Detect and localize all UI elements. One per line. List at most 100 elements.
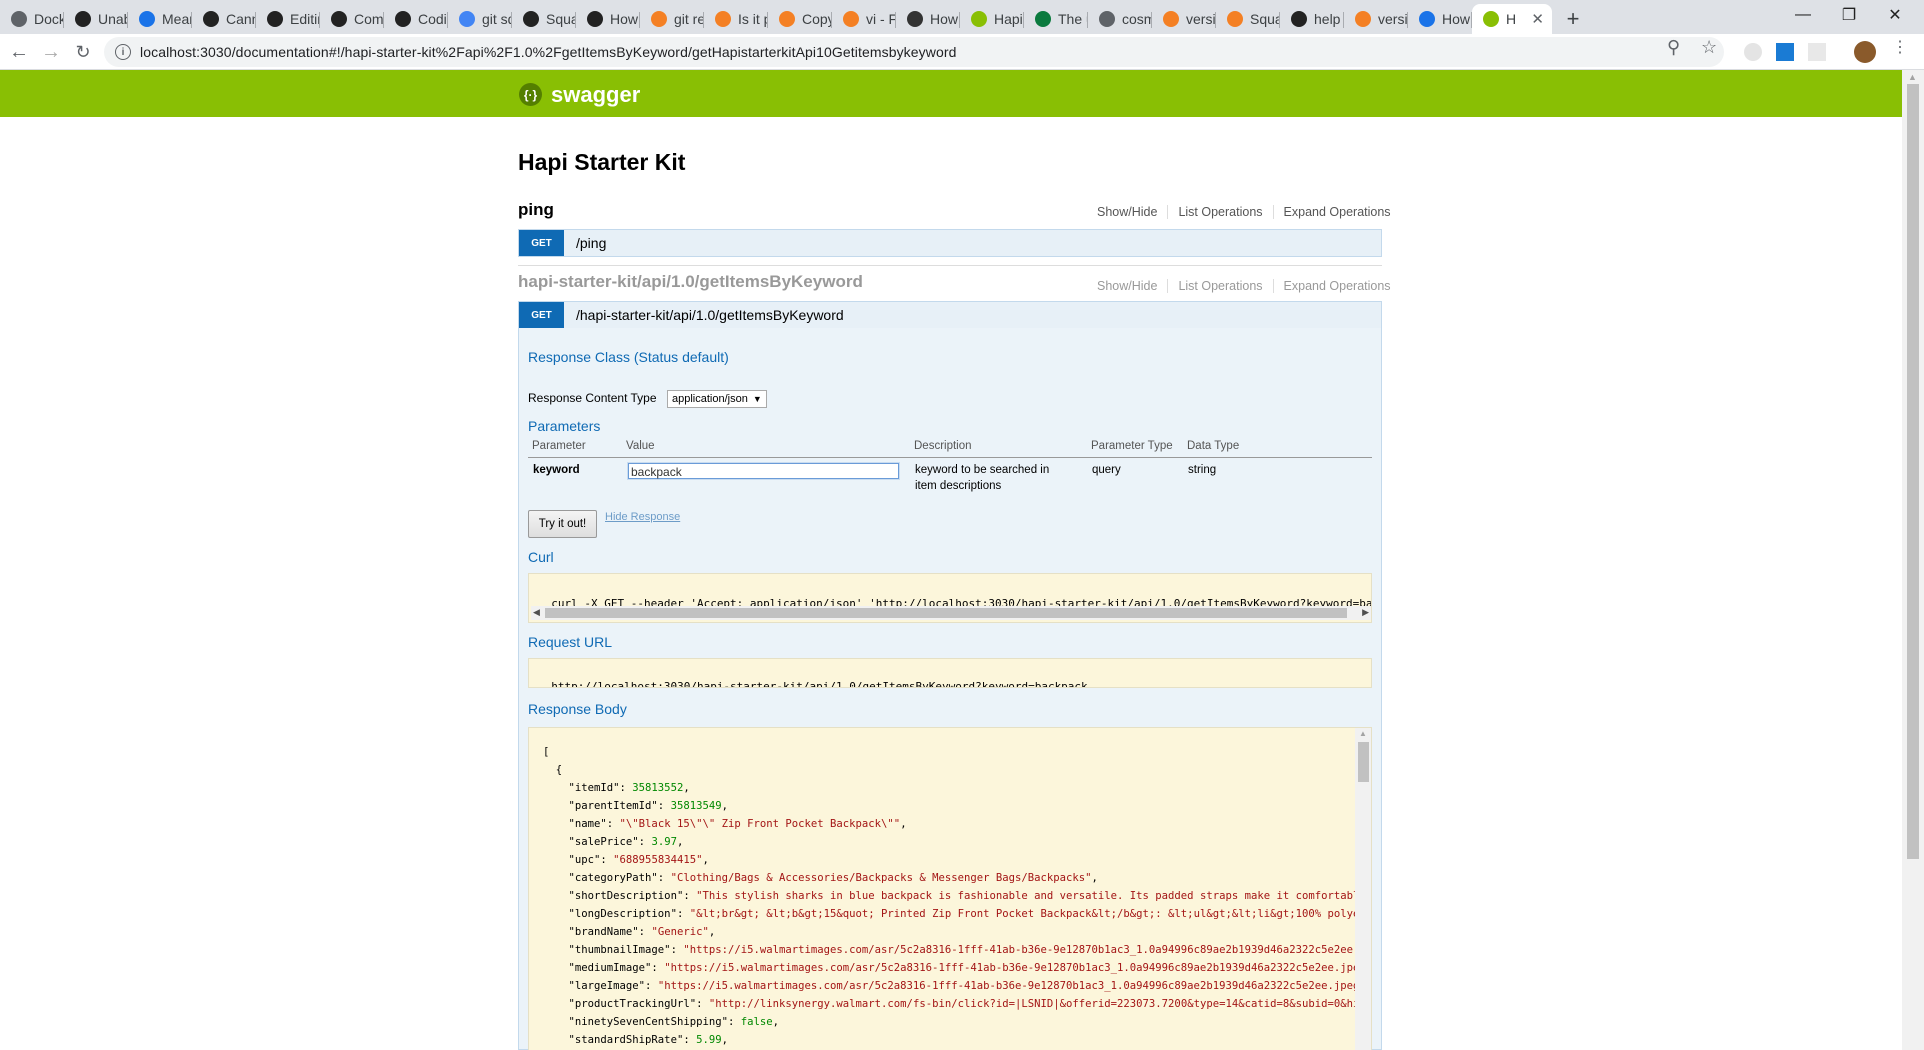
- response-class-heading: Response Class (Status default): [528, 349, 729, 365]
- swagger-brand[interactable]: swagger: [551, 82, 640, 108]
- get-method-badge[interactable]: GET: [519, 302, 564, 328]
- stackoverflow-icon: [779, 11, 795, 27]
- content-type-select[interactable]: application/json ▼: [667, 390, 767, 408]
- operation-path[interactable]: /ping: [576, 235, 606, 251]
- minimize-icon[interactable]: —: [1780, 0, 1826, 30]
- profile-avatar[interactable]: [1854, 41, 1876, 63]
- browser-tab[interactable]: Copy: [768, 4, 832, 34]
- operation-bar-getitems[interactable]: GET /hapi-starter-kit/api/1.0/getItemsBy…: [518, 301, 1382, 329]
- google-icon: [459, 11, 475, 27]
- divider: [518, 265, 1382, 266]
- stackoverflow-icon: [651, 11, 667, 27]
- get-method-badge[interactable]: GET: [519, 230, 564, 256]
- browser-tab[interactable]: How: [576, 4, 640, 34]
- hide-response-link[interactable]: Hide Response: [605, 511, 680, 523]
- back-icon[interactable]: ←: [5, 38, 33, 66]
- json-line: "parentItemId": 35813549,: [568, 800, 728, 812]
- param-description-line2: item descriptions: [915, 480, 1002, 492]
- extension-icon[interactable]: [1776, 43, 1794, 61]
- browser-tab-strip: Dock Unab Mean Cann Editin Comr Codig git sq Squ…: [0, 0, 1924, 34]
- request-url-heading: Request URL: [528, 634, 613, 650]
- browser-tab[interactable]: git sq: [448, 4, 512, 34]
- resource-heading-getitems[interactable]: hapi-starter-kit/api/1.0/getItemsByKeywo…: [518, 272, 863, 292]
- browser-tab[interactable]: Dock: [0, 4, 64, 34]
- curl-heading: Curl: [528, 549, 554, 565]
- col-description: Description: [914, 440, 972, 452]
- list-operations-link[interactable]: List Operations: [1168, 205, 1274, 219]
- tab-label: Squa: [1250, 11, 1280, 27]
- expand-operations-link[interactable]: Expand Operations: [1274, 279, 1391, 293]
- browser-tab[interactable]: Mean: [128, 4, 192, 34]
- github-icon: [523, 11, 539, 27]
- github-icon: [75, 11, 91, 27]
- json-line: [: [543, 746, 550, 758]
- tab-close-icon[interactable]: ✕: [1531, 10, 1544, 28]
- content-type-label: Response Content Type: [528, 391, 657, 405]
- browser-tab[interactable]: How: [1408, 4, 1472, 34]
- stackoverflow-icon: [1355, 11, 1371, 27]
- json-line: "mediumImage": "https://i5.walmartimages…: [568, 962, 1372, 974]
- extension-icon[interactable]: [1808, 43, 1826, 61]
- resource-heading-ping[interactable]: ping: [518, 200, 554, 220]
- operation-bar-ping[interactable]: GET /ping: [518, 229, 1382, 257]
- browser-tab[interactable]: Squa: [1216, 4, 1280, 34]
- docker-icon: [1099, 11, 1115, 27]
- page-scrollbar[interactable]: ▲: [1902, 70, 1924, 1050]
- address-bar[interactable]: i localhost:3030/documentation#!/hapi-st…: [104, 37, 1724, 67]
- reload-icon[interactable]: ↻: [69, 38, 97, 66]
- json-line: "longDescription": "&lt;br&gt; &lt;b&gt;…: [568, 908, 1372, 920]
- stackoverflow-icon: [1163, 11, 1179, 27]
- url-text[interactable]: localhost:3030/documentation#!/hapi-star…: [140, 44, 957, 60]
- browser-tab[interactable]: Squa: [512, 4, 576, 34]
- new-tab-button[interactable]: +: [1558, 4, 1588, 34]
- forward-icon[interactable]: →: [37, 38, 65, 66]
- restore-icon[interactable]: ❐: [1826, 0, 1872, 30]
- json-line: "shortDescription": "This stylish sharks…: [568, 890, 1372, 902]
- browser-tab[interactable]: versic: [1344, 4, 1408, 34]
- browser-tab[interactable]: git re: [640, 4, 704, 34]
- browser-tab[interactable]: vi - Fi: [832, 4, 896, 34]
- json-line: "ninetySevenCentShipping": false,: [568, 1016, 780, 1028]
- response-scrollbar[interactable]: ▲: [1355, 728, 1371, 1050]
- browser-tab[interactable]: Editin: [256, 4, 320, 34]
- browser-tab[interactable]: The u: [1024, 4, 1088, 34]
- operation-path[interactable]: /hapi-starter-kit/api/1.0/getItemsByKeyw…: [576, 307, 844, 323]
- tab-label: Hapi: [994, 11, 1023, 27]
- try-it-out-button[interactable]: Try it out!: [528, 510, 597, 538]
- tab-label: How: [1442, 11, 1471, 27]
- curl-scrollbar[interactable]: ◀ ▶: [531, 606, 1371, 620]
- json-line: "productTrackingUrl": "http://linksynerg…: [568, 998, 1372, 1010]
- browser-tab[interactable]: Hapi: [960, 4, 1024, 34]
- extension-icon[interactable]: [1744, 43, 1762, 61]
- expand-operations-link[interactable]: Expand Operations: [1274, 205, 1391, 219]
- browser-tab[interactable]: versic: [1152, 4, 1216, 34]
- browser-tab[interactable]: Comr: [320, 4, 384, 34]
- browser-tab[interactable]: help: [1280, 4, 1344, 34]
- browser-tab[interactable]: cosm: [1088, 4, 1152, 34]
- docker-icon: [11, 11, 27, 27]
- browser-tab[interactable]: Cann: [192, 4, 256, 34]
- tab-label: vi - Fi: [866, 11, 896, 27]
- tab-label: versic: [1378, 11, 1408, 27]
- menu-icon[interactable]: ⋮: [1892, 37, 1908, 57]
- bookmark-star-icon[interactable]: ☆: [1701, 37, 1717, 58]
- tab-label: git re: [674, 11, 704, 27]
- show-hide-link[interactable]: Show/Hide: [1087, 279, 1169, 293]
- browser-tab[interactable]: Codig: [384, 4, 448, 34]
- site-info-icon[interactable]: i: [115, 44, 131, 60]
- green-doc-icon: [1035, 11, 1051, 27]
- keyword-input[interactable]: backpack: [627, 462, 900, 480]
- browser-tab[interactable]: How: [896, 4, 960, 34]
- swagger-icon: [971, 11, 987, 27]
- stackoverflow-icon: [1227, 11, 1243, 27]
- zoom-icon[interactable]: ⚲: [1667, 37, 1680, 58]
- browser-tab[interactable]: Is it p: [704, 4, 768, 34]
- browser-tab[interactable]: Unab: [64, 4, 128, 34]
- close-window-icon[interactable]: ✕: [1872, 0, 1918, 30]
- json-line: {: [543, 764, 563, 776]
- github-icon: [267, 11, 283, 27]
- list-operations-link[interactable]: List Operations: [1168, 279, 1274, 293]
- show-hide-link[interactable]: Show/Hide: [1087, 205, 1169, 219]
- github-icon: [331, 11, 347, 27]
- tab-active[interactable]: H ✕: [1472, 4, 1552, 34]
